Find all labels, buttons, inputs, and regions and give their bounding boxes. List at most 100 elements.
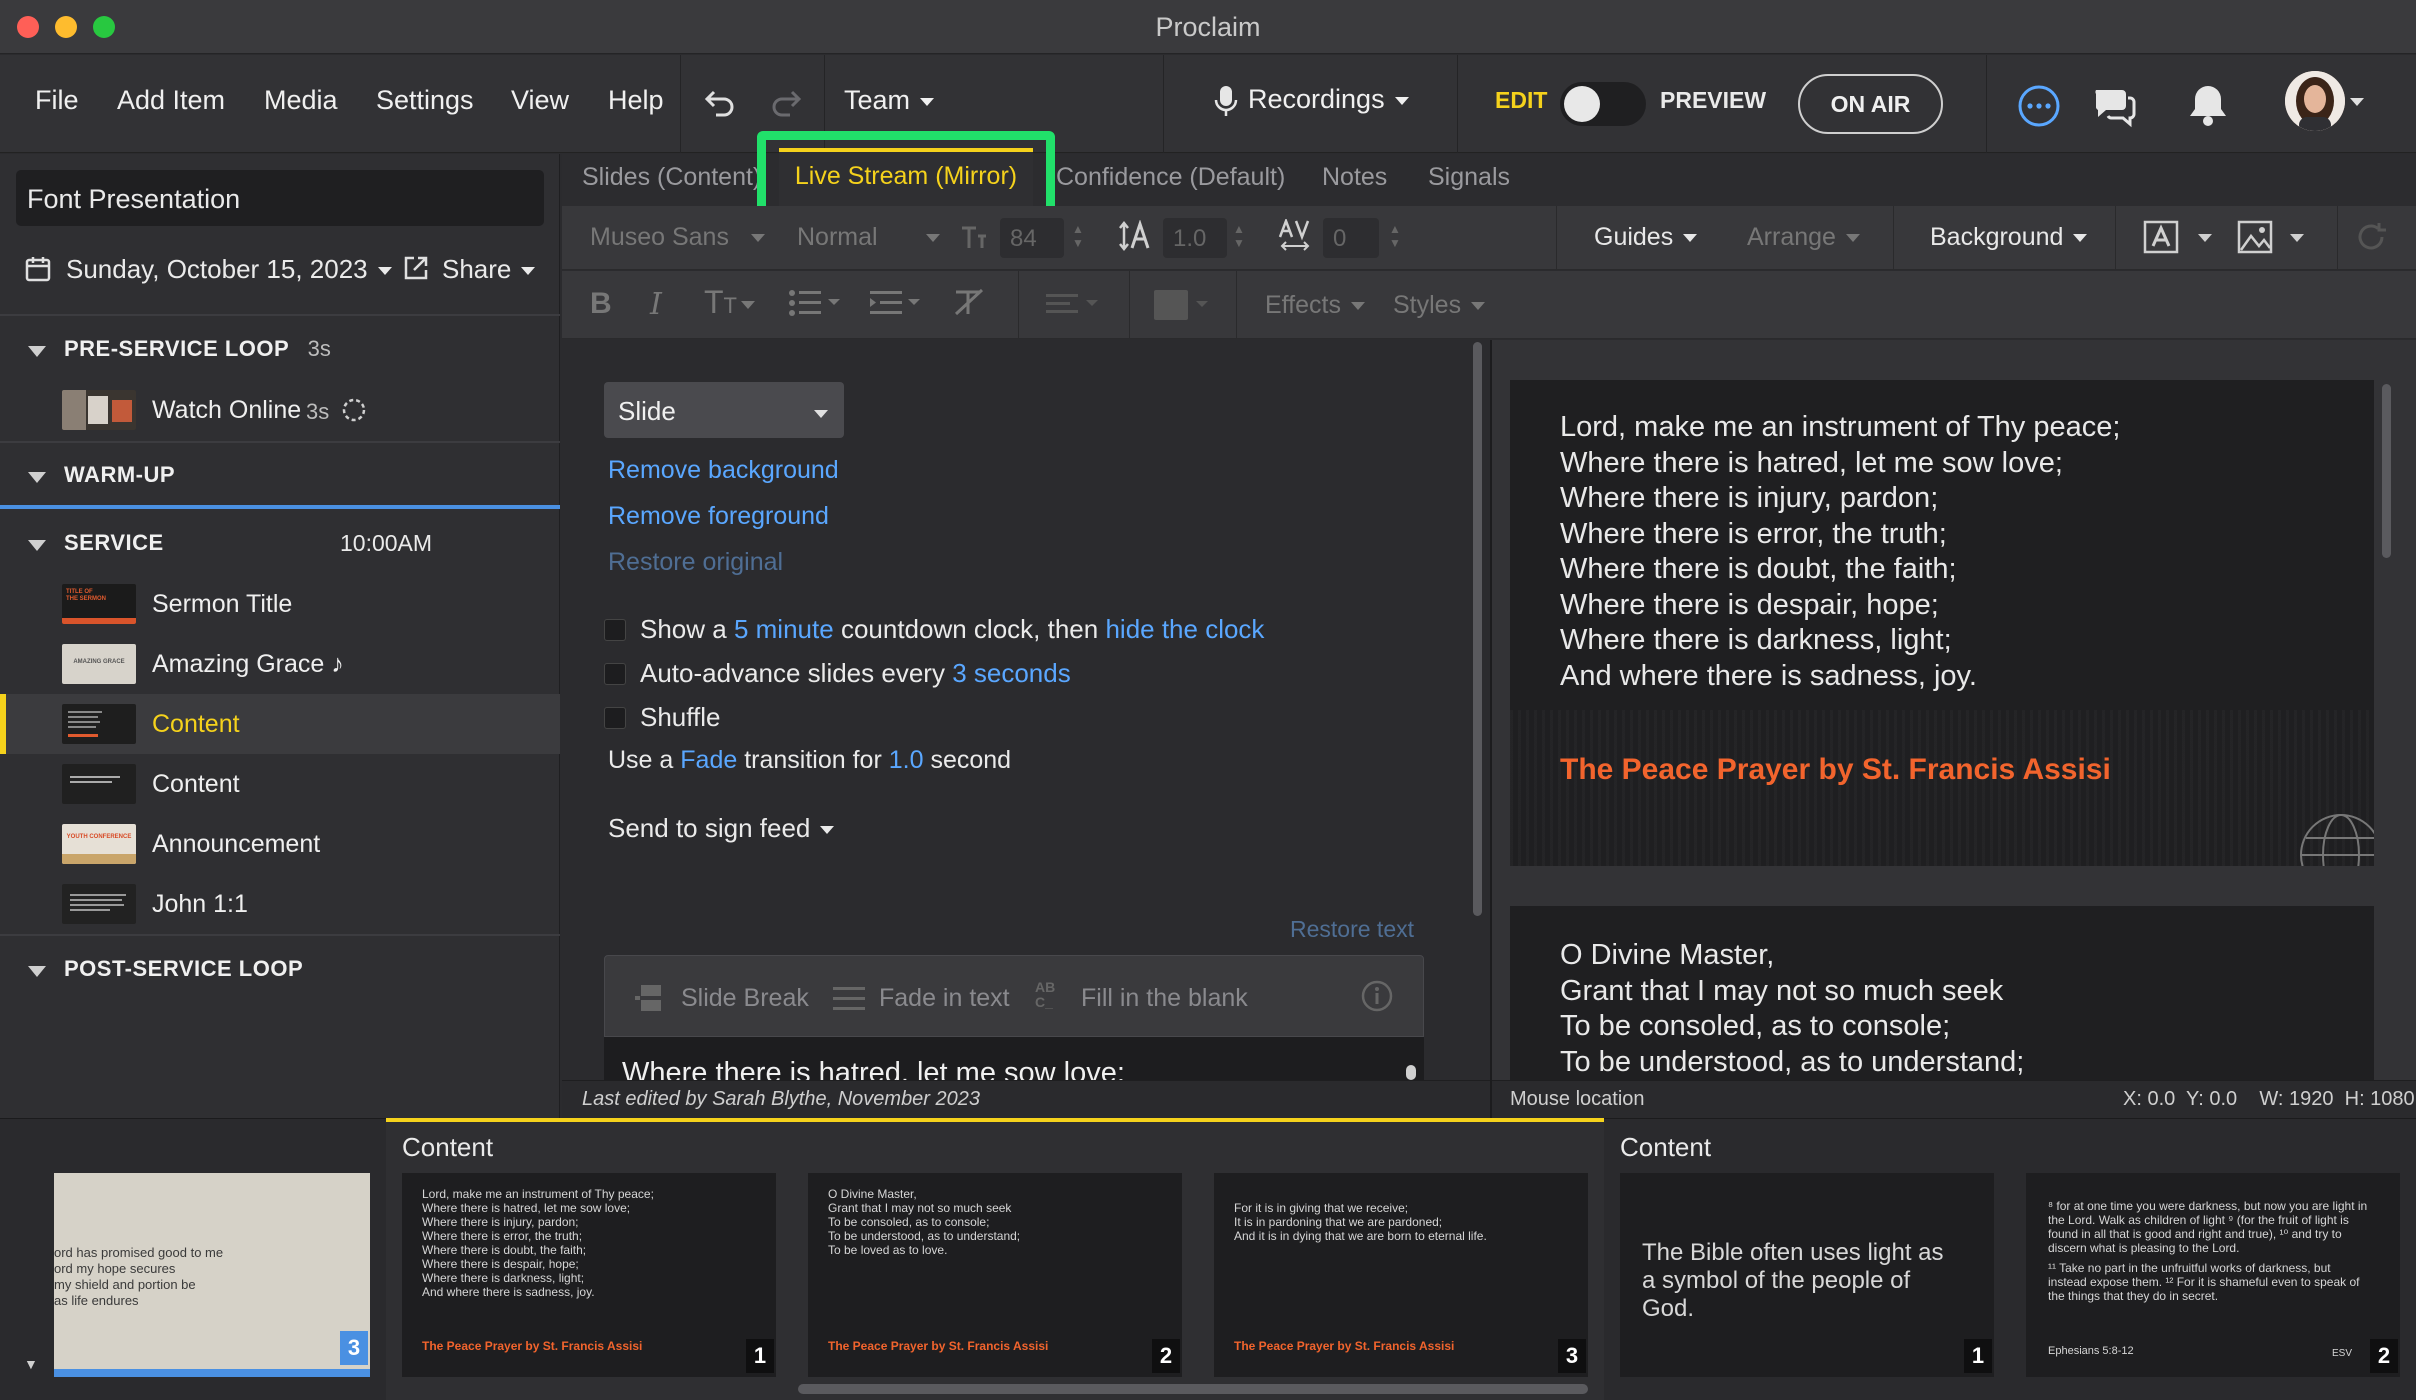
chevron-down-icon xyxy=(377,267,392,276)
shuffle-checkbox[interactable] xyxy=(604,707,626,729)
arrange-dropdown[interactable]: Arrange xyxy=(1747,223,1860,252)
text-case-button[interactable]: TT xyxy=(704,284,755,321)
menu-view[interactable]: View xyxy=(511,85,569,116)
sidebar-item-sermon-title[interactable]: TITLE OF THE SERMON Sermon Title xyxy=(0,574,560,634)
indent-icon[interactable] xyxy=(868,288,926,318)
sidebar-item-john-1-1[interactable]: John 1:1 xyxy=(0,874,560,934)
restore-original-link[interactable]: Restore original xyxy=(608,548,783,577)
post-service-loop-header[interactable]: POST-SERVICE LOOP xyxy=(28,956,303,982)
text-scrollbar-thumb[interactable] xyxy=(1406,1065,1416,1080)
guides-dropdown[interactable]: Guides xyxy=(1594,223,1698,252)
tab-signals[interactable]: Signals xyxy=(1428,163,1510,192)
text-align-icon[interactable] xyxy=(1044,292,1102,316)
chevron-down-icon xyxy=(1683,234,1698,243)
font-family-value: Museo Sans xyxy=(590,223,729,251)
restore-text-link[interactable]: Restore text xyxy=(1290,916,1414,943)
film-slide-light[interactable]: The Bible often uses light as a symbol o… xyxy=(1620,1173,1994,1377)
letter-spacing-stepper[interactable]: ▲ ▼ xyxy=(1389,222,1401,250)
letter-spacing-input[interactable]: 0 xyxy=(1323,218,1379,258)
menu-help[interactable]: Help xyxy=(608,85,664,116)
reset-icon[interactable] xyxy=(2354,220,2390,254)
slide-type-dropdown[interactable]: Slide xyxy=(604,382,844,438)
bulleted-list-icon[interactable] xyxy=(788,288,846,318)
font-weight-dropdown[interactable]: Normal xyxy=(797,223,940,252)
presentation-name-field[interactable]: Font Presentation xyxy=(16,170,544,226)
chevron-down-icon[interactable] xyxy=(2290,229,2304,247)
sidebar-item-announcement[interactable]: YOUTH CONFERENCE Announcement xyxy=(0,814,560,874)
user-avatar[interactable] xyxy=(2285,71,2345,131)
tab-notes[interactable]: Notes xyxy=(1322,163,1387,192)
auto-advance-interval-link[interactable]: 3 seconds xyxy=(952,658,1071,688)
warm-up-header[interactable]: WARM-UP xyxy=(28,462,175,488)
remove-background-link[interactable]: Remove background xyxy=(608,456,839,485)
preview-slide-2[interactable]: O Divine Master, Grant that I may not so… xyxy=(1510,906,2374,1080)
menu-settings[interactable]: Settings xyxy=(376,85,474,116)
service-date-dropdown[interactable]: Sunday, October 15, 2023 xyxy=(66,254,392,285)
countdown-checkbox[interactable] xyxy=(604,619,626,641)
bold-button[interactable]: B xyxy=(590,287,612,321)
font-family-dropdown[interactable]: Museo Sans xyxy=(590,223,765,252)
film-slide-ephesians[interactable]: ⁸ for at one time you were darkness, but… xyxy=(2026,1173,2400,1377)
line-height-input[interactable]: 1.0 xyxy=(1163,218,1227,258)
text-box-icon[interactable] xyxy=(2143,220,2179,254)
team-dropdown[interactable]: Team xyxy=(844,85,935,116)
auto-advance-checkbox[interactable] xyxy=(604,663,626,685)
chevron-down-icon[interactable] xyxy=(2350,93,2364,111)
redo-icon[interactable] xyxy=(770,85,806,121)
italic-button[interactable]: I xyxy=(650,287,662,322)
recordings-dropdown[interactable]: Recordings xyxy=(1214,84,1409,118)
more-options-icon[interactable] xyxy=(2017,84,2061,128)
countdown-duration-link[interactable]: 5 minute xyxy=(734,614,834,644)
preview-slide-1[interactable]: Lord, make me an instrument of Thy peace… xyxy=(1510,380,2374,866)
sidebar-item-amazing-grace[interactable]: AMAZING GRACE Amazing Grace ♪ xyxy=(0,634,560,694)
undo-icon[interactable] xyxy=(700,85,736,121)
fade-in-text-button[interactable]: Fade in text xyxy=(879,984,1010,1013)
title-bar: Proclaim xyxy=(0,0,2416,54)
slide-text-editor[interactable]: Where there is hatred, let me sow love; xyxy=(604,1037,1424,1080)
film-slide-1[interactable]: Lord, make me an instrument of Thy peace… xyxy=(402,1173,776,1377)
film-slide-2[interactable]: O Divine Master, Grant that I may not so… xyxy=(808,1173,1182,1377)
sidebar-item-watch-online[interactable]: Watch Online 3s xyxy=(0,380,560,440)
tab-slides-content[interactable]: Slides (Content) xyxy=(582,163,761,192)
text-color-picker[interactable] xyxy=(1152,288,1212,322)
film-slide-3[interactable]: For it is in giving that we receive; It … xyxy=(1214,1173,1588,1377)
slide-break-button[interactable]: Slide Break xyxy=(681,984,809,1013)
menu-add-item[interactable]: Add Item xyxy=(117,85,225,116)
styles-dropdown[interactable]: Styles xyxy=(1393,291,1486,320)
pre-service-loop-header[interactable]: PRE-SERVICE LOOP 3s xyxy=(28,336,331,362)
service-header[interactable]: SERVICE xyxy=(28,530,164,556)
background-dropdown[interactable]: Background xyxy=(1930,223,2088,252)
chevron-down-icon[interactable] xyxy=(2198,229,2212,247)
info-icon[interactable] xyxy=(1361,980,1393,1012)
sidebar-item-content-selected[interactable]: Content xyxy=(0,694,560,754)
clear-format-icon[interactable] xyxy=(952,288,986,318)
film-slide-previous[interactable]: ord has promised good to me ord my hope … xyxy=(54,1173,370,1377)
countdown-action-link[interactable]: hide the clock xyxy=(1105,614,1264,644)
on-air-button[interactable]: ON AIR xyxy=(1798,74,1943,134)
font-size-input[interactable]: 84 xyxy=(1000,218,1064,258)
remove-foreground-link[interactable]: Remove foreground xyxy=(608,502,829,531)
filmstrip-scrollbar-thumb[interactable] xyxy=(798,1384,1588,1394)
editor-scrollbar-thumb[interactable] xyxy=(1473,342,1482,916)
scroll-down-icon[interactable]: ▼ xyxy=(24,1356,38,1372)
menu-media[interactable]: Media xyxy=(264,85,338,116)
menu-file[interactable]: File xyxy=(35,85,79,116)
notifications-bell-icon[interactable] xyxy=(2186,82,2230,128)
tab-confidence-default[interactable]: Confidence (Default) xyxy=(1056,163,1285,192)
sidebar-item-content[interactable]: Content xyxy=(0,754,560,814)
share-dropdown[interactable]: Share xyxy=(442,254,536,285)
chat-icon[interactable] xyxy=(2092,84,2136,128)
film-line: Where there is darkness, light; xyxy=(422,1271,585,1285)
line-height-stepper[interactable]: ▲ ▼ xyxy=(1233,222,1245,250)
film-line: Grant that I may not so much seek xyxy=(828,1201,1012,1215)
transition-type-link[interactable]: Fade xyxy=(680,746,737,774)
tab-live-stream-mirror[interactable]: Live Stream (Mirror) xyxy=(779,148,1033,206)
edit-preview-toggle[interactable] xyxy=(1560,82,1646,126)
fill-in-the-blank-button[interactable]: Fill in the blank xyxy=(1081,984,1248,1013)
preview-scrollbar-thumb[interactable] xyxy=(2382,384,2391,558)
image-icon[interactable] xyxy=(2237,220,2273,254)
font-size-stepper[interactable]: ▲ ▼ xyxy=(1072,222,1084,250)
effects-dropdown[interactable]: Effects xyxy=(1265,291,1365,320)
transition-duration-link[interactable]: 1.0 xyxy=(889,746,924,774)
send-to-sign-feed-dropdown[interactable]: Send to sign feed xyxy=(608,813,835,844)
